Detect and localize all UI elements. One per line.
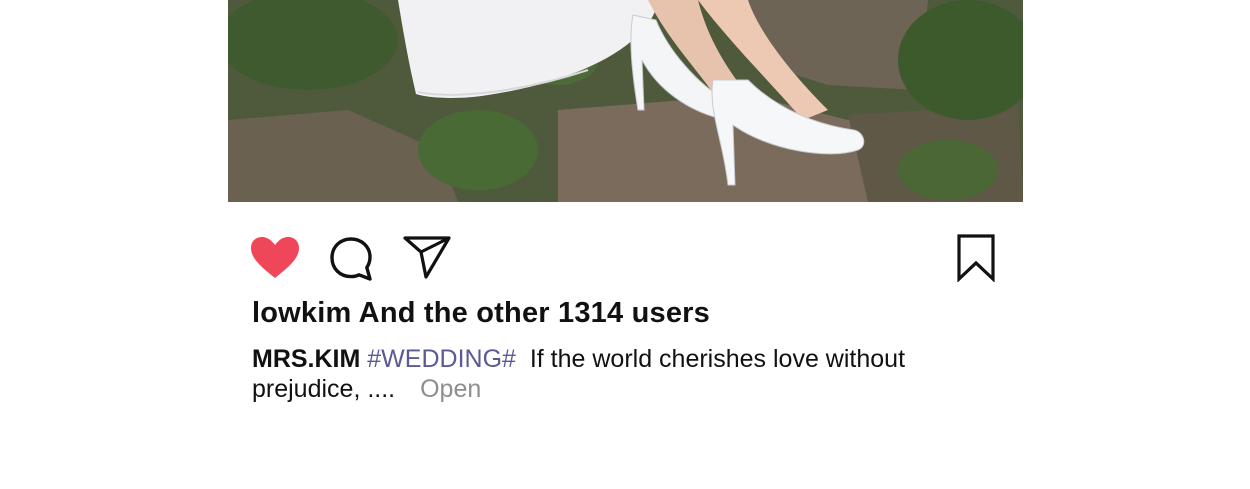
save-button[interactable]	[956, 234, 996, 287]
caption-hashtag[interactable]: #WEDDING#	[367, 345, 516, 373]
send-icon	[403, 236, 451, 279]
bookmark-icon	[957, 234, 995, 283]
wedding-photo-image	[228, 0, 1023, 202]
post-photo[interactable]	[228, 0, 1023, 202]
comment-button[interactable]	[328, 236, 374, 287]
likes-count[interactable]: lowkim And the other 1314 users	[252, 297, 710, 330]
post-caption: MRS.KIM #WEDDING# If the world cherishes…	[252, 344, 952, 404]
caption-text-line2: prejudice, ....	[252, 375, 396, 403]
caption-open-link[interactable]: Open	[420, 375, 481, 403]
heart-icon	[251, 237, 299, 278]
post-action-bar	[250, 232, 996, 284]
caption-text-line1: If the world cherishes love without	[529, 345, 906, 373]
share-button[interactable]	[402, 234, 452, 285]
comment-icon	[330, 237, 372, 281]
like-button[interactable]	[250, 236, 300, 285]
caption-username[interactable]: MRS.KIM	[252, 345, 360, 373]
